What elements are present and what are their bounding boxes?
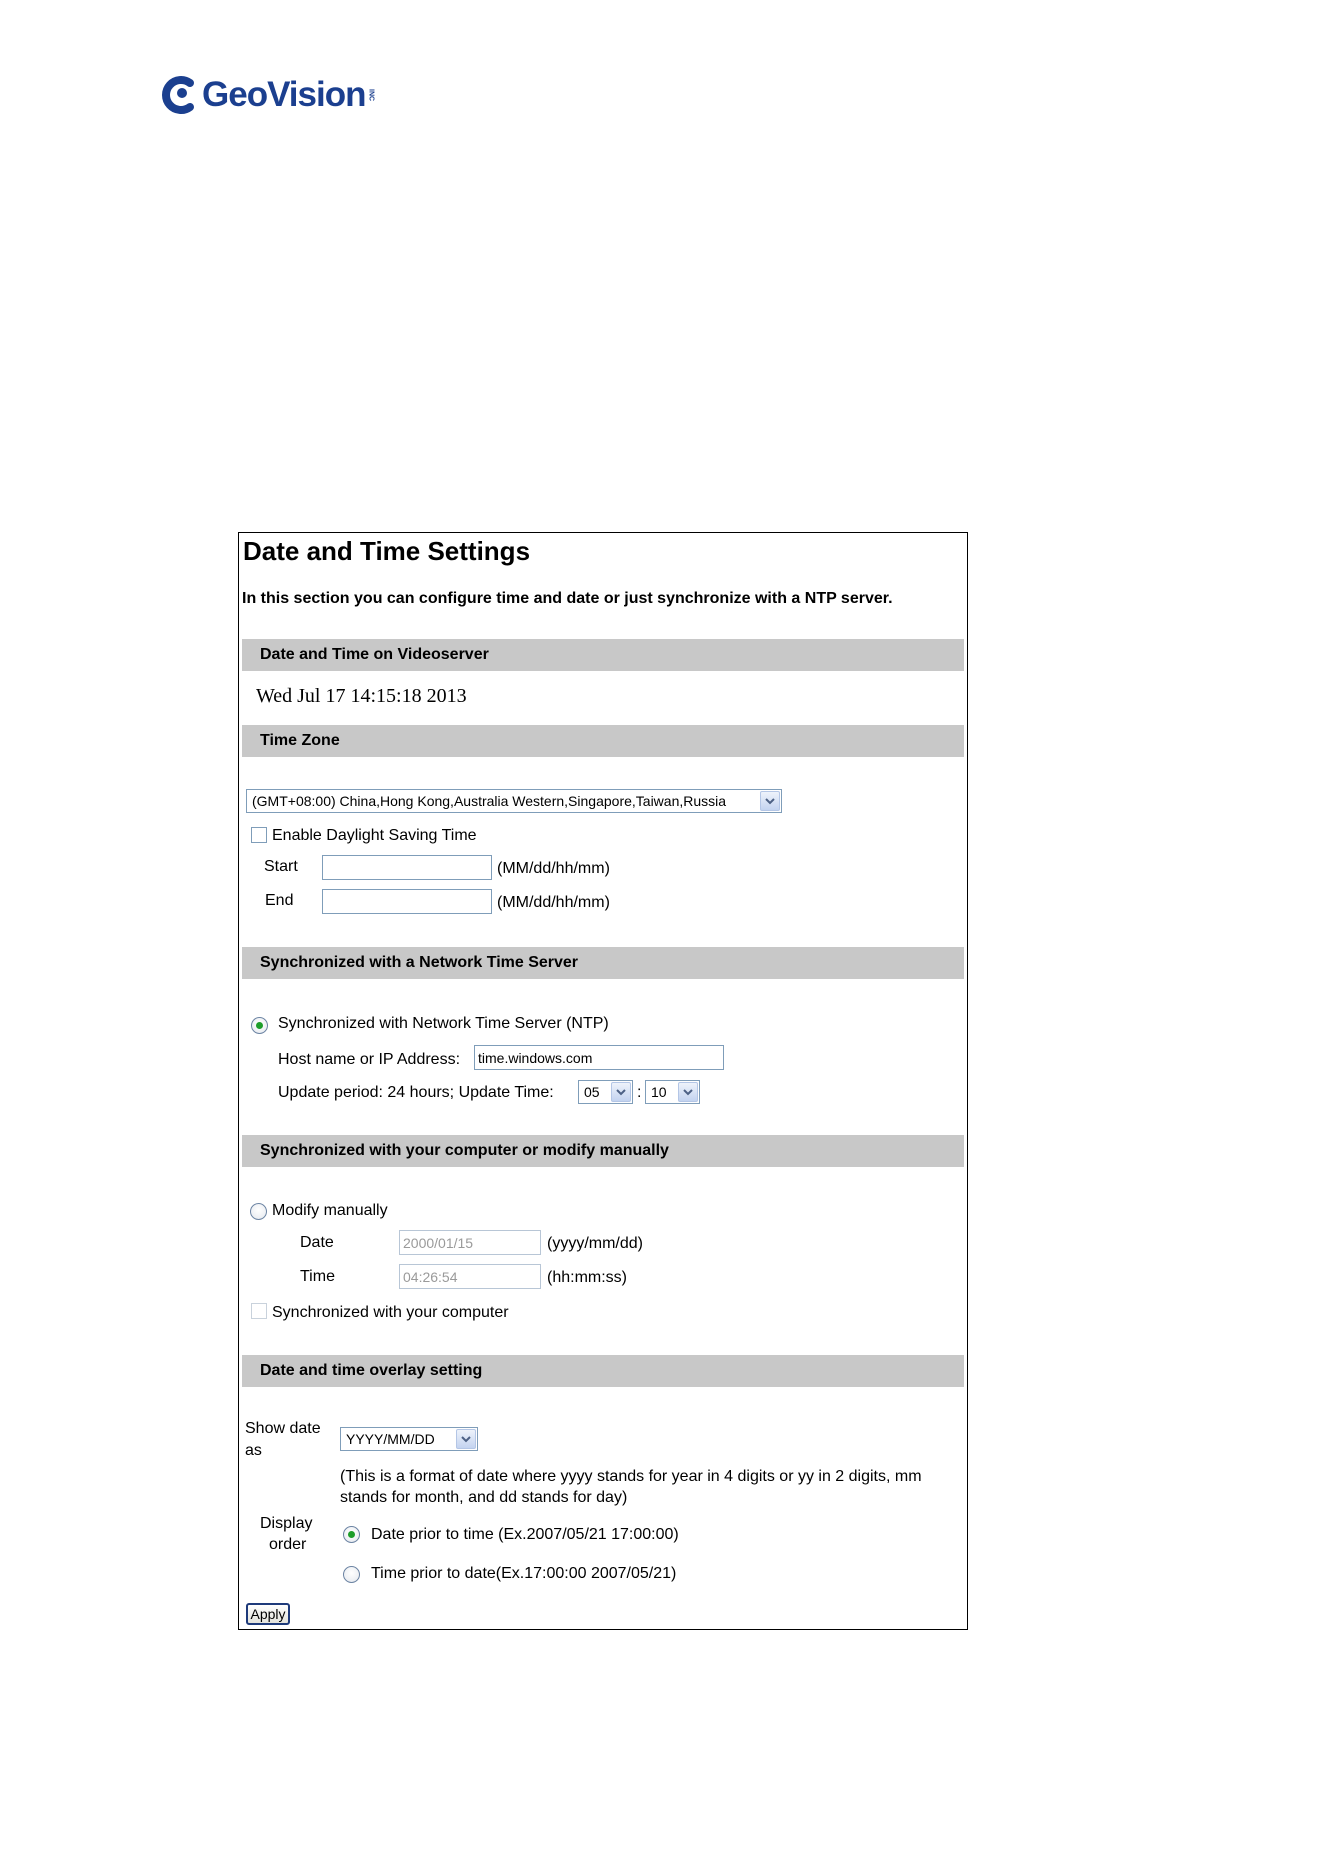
ntp-host-label: Host name or IP Address: [278,1051,461,1068]
manual-date-hint: (yyyy/mm/dd) [547,1235,643,1252]
apply-button[interactable]: Apply [246,1603,290,1625]
display-order-label-2: order [269,1536,307,1553]
manual-radio[interactable] [250,1203,267,1220]
manual-date-label: Date [300,1234,334,1251]
manual-date-input[interactable] [399,1230,541,1255]
show-date-label-2: as [245,1442,262,1459]
timezone-select[interactable]: (GMT+08:00) China,Hong Kong,Australia We… [246,789,782,813]
date-first-label: Date prior to time (Ex.2007/05/21 17:00:… [371,1526,679,1543]
geovision-logo-icon [162,76,194,114]
sync-computer-checkbox[interactable] [251,1303,267,1319]
ntp-time-separator: : [637,1084,642,1101]
sync-computer-label: Synchronized with your computer [272,1304,509,1321]
date-format-note: (This is a format of date where yyyy sta… [340,1468,922,1485]
section-header-current-time: Date and Time on Videoserver [242,639,964,671]
manual-time-hint: (hh:mm:ss) [547,1269,627,1286]
ntp-minute-value: 10 [651,1084,667,1100]
ntp-radio-label: Synchronized with Network Time Server (N… [278,1015,609,1032]
date-format-select[interactable]: YYYY/MM/DD [340,1427,478,1451]
date-first-radio[interactable] [343,1526,360,1543]
dst-end-label: End [265,892,294,909]
display-order-label: Display [260,1515,313,1532]
date-format-note-2: stands for month, and dd stands for day) [340,1489,628,1506]
chevron-down-icon [760,791,780,811]
section-header-time-zone: Time Zone [242,725,964,757]
ntp-host-input[interactable] [474,1045,724,1070]
date-format-value: YYYY/MM/DD [346,1431,435,1447]
ntp-minute-select[interactable]: 10 [645,1080,700,1104]
page-intro: In this section you can configure time a… [242,590,893,607]
chevron-down-icon [611,1082,631,1102]
dst-end-format-hint: (MM/dd/hh/mm) [497,894,610,911]
ntp-update-label: Update period: 24 hours; Update Time: [278,1084,554,1101]
ntp-hour-select[interactable]: 05 [578,1080,633,1104]
logo-wordmark: GeoVision [202,75,366,114]
dst-checkbox[interactable] [251,827,267,843]
section-header-ntp: Synchronized with a Network Time Server [242,947,964,979]
ntp-hour-value: 05 [584,1084,600,1100]
dst-start-input[interactable] [322,855,492,880]
time-first-radio[interactable] [343,1566,360,1583]
section-header-overlay: Date and time overlay setting [242,1355,964,1387]
time-first-label: Time prior to date(Ex.17:00:00 2007/05/2… [371,1565,677,1582]
chevron-down-icon [456,1429,476,1449]
logo-inc-mark: INC [367,88,375,102]
page-title: Date and Time Settings [243,536,531,566]
timezone-select-value: (GMT+08:00) China,Hong Kong,Australia We… [252,793,727,809]
dst-start-label: Start [264,858,298,875]
dst-end-input[interactable] [322,889,492,914]
show-date-label: Show date [245,1420,321,1437]
manual-radio-label: Modify manually [272,1202,388,1219]
manual-time-input[interactable] [399,1264,541,1289]
manual-time-label: Time [300,1268,335,1285]
dst-start-format-hint: (MM/dd/hh/mm) [497,860,610,877]
chevron-down-icon [678,1082,698,1102]
current-time-value: Wed Jul 17 14:15:18 2013 [256,685,467,707]
date-time-settings-panel: Date and Time Settings In this section y… [238,532,968,1630]
ntp-radio[interactable] [251,1017,268,1034]
dst-label: Enable Daylight Saving Time [272,827,477,844]
geovision-logo: GeoVision INC [160,70,374,120]
section-header-manual: Synchronized with your computer or modif… [242,1135,964,1167]
